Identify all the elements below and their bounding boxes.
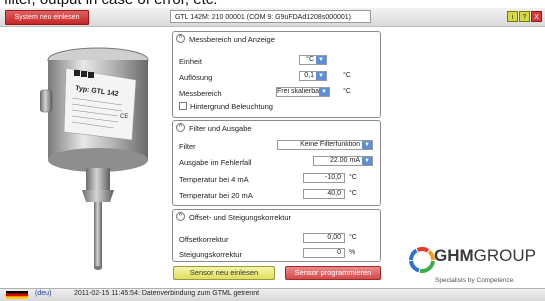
temp-4ma-label: Temperatur bei 4 mA xyxy=(179,175,249,184)
german-flag-icon[interactable] xyxy=(6,291,28,299)
panel-offset-header[interactable]: ^ Offset- und Steigungskorrektur xyxy=(173,210,380,224)
chevron-down-icon: ▼ xyxy=(319,88,329,96)
offset-label: Offsetkorrektur xyxy=(179,235,229,244)
slope-input[interactable]: 0 xyxy=(303,248,345,258)
collapse-icon[interactable]: ^ xyxy=(176,34,185,43)
help-button[interactable]: ? xyxy=(519,11,530,22)
temp-4ma-unit: °C xyxy=(349,174,357,181)
collapse-icon[interactable]: ^ xyxy=(176,212,185,221)
offset-unit: °C xyxy=(349,234,357,241)
unit-select[interactable]: °C ▼ xyxy=(299,55,327,65)
resolution-select[interactable]: 0,1 ▼ xyxy=(299,71,327,81)
range-select-value: Frei skalierbar xyxy=(277,88,322,95)
filter-label: Filter xyxy=(179,142,196,151)
close-button[interactable]: X xyxy=(531,11,542,22)
language-link[interactable]: (deu) xyxy=(35,290,51,297)
collapse-icon[interactable]: ^ xyxy=(176,123,185,132)
info-button[interactable]: i xyxy=(507,11,518,22)
panel-offset-slope: ^ Offset- und Steigungskorrektur Offsetk… xyxy=(172,209,381,262)
logo-group: GROUP xyxy=(473,246,537,265)
temp-20ma-input[interactable]: 40,0 xyxy=(303,189,345,199)
range-select[interactable]: Frei skalierbar ▼ xyxy=(276,87,330,97)
read-sensor-button[interactable]: Sensor neu einlesen xyxy=(173,266,275,280)
panel-measurement-display: ^ Messbereich und Anzeige Einheit °C ▼ A… xyxy=(172,31,381,118)
panel-offset-title: Offset- und Steigungskorrektur xyxy=(189,213,291,222)
status-message: 2011-02-15 11:45:54: Datenverbindung zum… xyxy=(74,290,260,297)
error-output-label: Ausgabe im Fehlerfall xyxy=(179,158,252,167)
error-output-value: 22.00 mA xyxy=(330,157,360,164)
temp-4ma-input[interactable]: -10,0 xyxy=(303,173,345,183)
sensor-device-image: Typ: GTL 142 CE xyxy=(40,47,149,270)
resolution-label: Auflösung xyxy=(179,73,213,82)
toolbar: System neu einlesen GTL 142M: 210 00001 … xyxy=(0,8,545,27)
svg-text:CE: CE xyxy=(120,114,128,120)
top-caption-text: filter, output in case of error, etc. xyxy=(4,0,217,8)
logo-brand: GHM xyxy=(434,246,474,265)
panel-filter-output: ^ Filter und Ausgabe Filter Keine Filter… xyxy=(172,120,381,206)
resolution-select-value: 0,1 xyxy=(304,72,314,79)
chevron-down-icon: ▼ xyxy=(362,157,372,165)
device-title-field: GTL 142M: 210 00001 (COM 9: G9uFDAd1208s… xyxy=(170,10,371,23)
offset-input[interactable]: 0,00 xyxy=(303,233,345,243)
unit-select-value: °C xyxy=(306,56,314,63)
temp-20ma-label: Temperatur bei 20 mA xyxy=(179,191,253,200)
panel-filter-title: Filter und Ausgabe xyxy=(189,124,252,133)
panel-measurement-header[interactable]: ^ Messbereich und Anzeige xyxy=(173,32,380,46)
panel-measurement-title: Messbereich und Anzeige xyxy=(189,35,275,44)
logo-wordmark: GHMGROUP xyxy=(434,246,536,266)
program-sensor-button[interactable]: Sensor programmieren xyxy=(285,266,381,280)
chevron-down-icon: ▼ xyxy=(316,56,326,64)
range-unit: °C xyxy=(343,88,351,95)
filter-select-value: Keine Filterfunktion xyxy=(300,141,360,148)
panel-filter-header[interactable]: ^ Filter und Ausgabe xyxy=(173,121,380,135)
range-label: Messbereich xyxy=(179,89,222,98)
read-system-button[interactable]: System neu einlesen xyxy=(5,10,89,25)
logo-tagline: Specialists by Competence. xyxy=(435,277,516,284)
backlight-label: Hintergrund Beleuchtung xyxy=(190,102,273,111)
chevron-down-icon: ▼ xyxy=(316,72,326,80)
backlight-checkbox[interactable] xyxy=(179,102,187,110)
resolution-unit: °C xyxy=(343,72,351,79)
slope-unit: % xyxy=(349,249,356,256)
status-bar: (deu) 2011-02-15 11:45:54: Datenverbindu… xyxy=(0,288,545,301)
temp-20ma-unit: °C xyxy=(349,190,357,197)
unit-label: Einheit xyxy=(179,57,202,66)
top-caption: filter, output in case of error, etc. xyxy=(0,0,545,8)
chevron-down-icon: ▼ xyxy=(362,141,372,149)
filter-select[interactable]: Keine Filterfunktion ▼ xyxy=(277,140,373,150)
error-output-select[interactable]: 22.00 mA ▼ xyxy=(313,156,373,166)
slope-label: Steigungskorrektur xyxy=(179,250,242,259)
